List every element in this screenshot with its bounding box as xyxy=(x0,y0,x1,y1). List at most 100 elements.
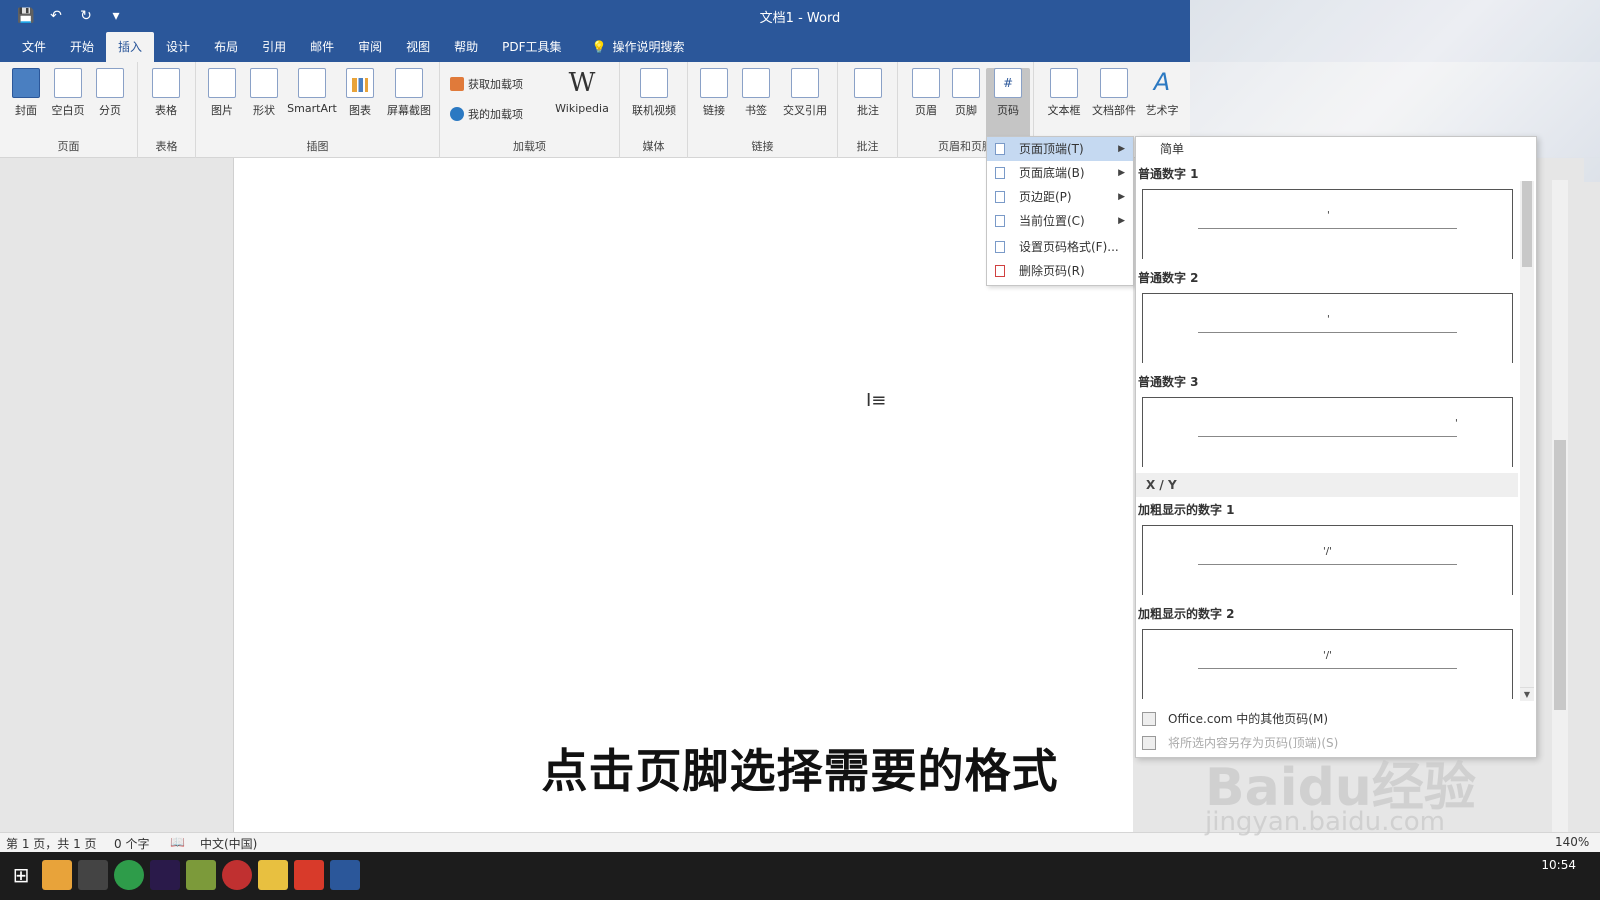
wikipedia-button[interactable]: W Wikipedia xyxy=(550,68,614,115)
table-button[interactable]: 表格 xyxy=(144,68,188,118)
gallery-item-plain-number-3[interactable]: ' xyxy=(1142,397,1513,467)
scroll-down-icon[interactable]: ▼ xyxy=(1520,687,1534,701)
tab-file[interactable]: 文件 xyxy=(10,32,58,62)
screenshot-label: 屏幕截图 xyxy=(387,104,431,117)
gallery-item-bold-number-2[interactable]: '/' xyxy=(1142,629,1513,699)
group-label-table: 表格 xyxy=(155,140,178,153)
recorder-icon[interactable] xyxy=(222,860,252,890)
wps-icon[interactable] xyxy=(294,860,324,890)
tab-pdf[interactable]: PDF工具集 xyxy=(490,32,573,62)
comment-button[interactable]: 批注 xyxy=(846,68,890,118)
app-icon-2[interactable] xyxy=(186,860,216,890)
chevron-right-icon: ▶ xyxy=(1118,192,1125,202)
menu-item-page-margins[interactable]: 页边距(P) ▶ xyxy=(987,185,1133,209)
menu-item-format-page-numbers[interactable]: 设置页码格式(F)... xyxy=(987,235,1133,259)
bookmark-label: 书签 xyxy=(745,104,767,117)
group-comments: 批注 批注 xyxy=(838,62,898,158)
cover-label: 封面 xyxy=(15,104,37,117)
premiere-icon[interactable] xyxy=(150,860,180,890)
group-illustrations: 图片 形状 SmartArt 图表 屏幕截图 插图 xyxy=(196,62,440,158)
gallery-scrollbar[interactable]: ▼ xyxy=(1520,181,1534,701)
page-count[interactable]: 第 1 页，共 1 页 xyxy=(6,835,97,852)
baidu-watermark: Baidu经验 jingyan.baidu.com xyxy=(1205,745,1476,837)
page-number-button[interactable]: # 页码 xyxy=(986,68,1030,138)
group-addins: 获取加载项 我的加载项 W Wikipedia 加载项 xyxy=(440,62,620,158)
screenshot-button[interactable]: 屏幕截图 xyxy=(382,68,436,118)
textbox-button[interactable]: 文本框 xyxy=(1040,68,1088,118)
tab-insert[interactable]: 插入 xyxy=(106,32,155,62)
wordart-button[interactable]: A 艺术字 xyxy=(1140,68,1184,118)
shape-button[interactable]: 形状 xyxy=(242,68,286,118)
group-label-media: 媒体 xyxy=(642,140,665,153)
gallery-item-bold-number-1[interactable]: '/' xyxy=(1142,525,1513,595)
gallery-scroll-thumb[interactable] xyxy=(1522,181,1532,267)
tab-help[interactable]: 帮助 xyxy=(442,32,490,62)
get-addins-button[interactable]: 获取加载项 xyxy=(450,76,523,92)
thumb-line xyxy=(1198,332,1457,333)
online-video-label: 联机视频 xyxy=(632,104,676,117)
link-button[interactable]: 链接 xyxy=(694,68,734,118)
docparts-button[interactable]: 文档部件 xyxy=(1088,68,1140,118)
more-page-numbers-office[interactable]: Office.com 中的其他页码(M) xyxy=(1136,707,1536,731)
tab-layout[interactable]: 布局 xyxy=(202,32,250,62)
app-icon-1[interactable] xyxy=(42,860,72,890)
chart-button[interactable]: 图表 xyxy=(338,68,382,118)
gallery-header: 简单 xyxy=(1160,142,1185,156)
textbox-label: 文本框 xyxy=(1047,104,1081,117)
tab-mailings[interactable]: 邮件 xyxy=(298,32,346,62)
crossref-button[interactable]: 交叉引用 xyxy=(778,68,832,118)
bookmark-button[interactable]: 书签 xyxy=(736,68,776,118)
footer-button[interactable]: 页脚 xyxy=(944,68,988,118)
gallery-item-plain-number-1[interactable]: ' xyxy=(1142,189,1513,259)
menu-item-label: 页面底端(B) xyxy=(1019,166,1085,180)
crossref-icon xyxy=(791,68,819,98)
tab-design[interactable]: 设计 xyxy=(154,32,202,62)
menu-item-current-position[interactable]: 当前位置(C) ▶ xyxy=(987,209,1133,233)
group-label-comments: 批注 xyxy=(856,140,879,153)
chrome-icon[interactable] xyxy=(114,860,144,890)
menu-item-label: 页面顶端(T) xyxy=(1019,142,1084,156)
menu-item-remove-page-numbers[interactable]: 删除页码(R) xyxy=(987,259,1133,283)
header-button[interactable]: 页眉 xyxy=(904,68,948,118)
picture-label: 图片 xyxy=(211,104,233,117)
scroll-thumb[interactable] xyxy=(1554,440,1566,710)
page-number-gallery: 简单 普通数字 1 ' 普通数字 2 ' 普通数字 3 ' X / Y 加粗显示… xyxy=(1135,136,1537,758)
blank-page-icon xyxy=(54,68,82,98)
windows-start-icon[interactable]: ⊞ xyxy=(6,860,36,890)
page-icon xyxy=(995,215,1005,227)
page-icon xyxy=(995,167,1005,179)
proofing-icon[interactable]: 📖 xyxy=(170,835,185,849)
smartart-button[interactable]: SmartArt xyxy=(286,68,338,115)
clock[interactable]: 10:54 xyxy=(1541,858,1576,872)
menu-item-top-of-page[interactable]: 页面顶端(T) ▶ xyxy=(987,137,1133,161)
word-icon[interactable] xyxy=(330,860,360,890)
chevron-right-icon: ▶ xyxy=(1118,168,1125,178)
page-break-button[interactable]: 分页 xyxy=(88,68,132,118)
tab-review[interactable]: 审阅 xyxy=(346,32,394,62)
picture-button[interactable]: 图片 xyxy=(200,68,244,118)
tab-view[interactable]: 视图 xyxy=(394,32,442,62)
camera-icon xyxy=(395,68,423,98)
word-count[interactable]: 0 个字 xyxy=(114,835,149,852)
table-icon xyxy=(152,68,180,98)
gallery-item-plain-number-2[interactable]: ' xyxy=(1142,293,1513,363)
blank-page-button[interactable]: 空白页 xyxy=(46,68,90,118)
group-links: 链接 书签 交叉引用 链接 xyxy=(688,62,838,158)
cover-button[interactable]: 封面 xyxy=(4,68,48,118)
comment-label: 批注 xyxy=(857,104,879,117)
watermark-url: jingyan.baidu.com xyxy=(1205,807,1445,837)
menu-item-bottom-of-page[interactable]: 页面底端(B) ▶ xyxy=(987,161,1133,185)
menu-item-label: 页边距(P) xyxy=(1019,190,1072,204)
video-editor-icon[interactable] xyxy=(78,860,108,890)
gallery-item-label: 普通数字 2 xyxy=(1138,271,1199,285)
tab-references[interactable]: 引用 xyxy=(250,32,298,62)
tell-me-search[interactable]: 💡 操作说明搜索 xyxy=(574,32,685,62)
tab-home[interactable]: 开始 xyxy=(58,32,106,62)
online-video-button[interactable]: 联机视频 xyxy=(626,68,682,118)
language[interactable]: 中文(中国) xyxy=(200,835,257,852)
bookmark-icon xyxy=(742,68,770,98)
my-addins-button[interactable]: 我的加载项 xyxy=(450,106,523,122)
file-explorer-icon[interactable] xyxy=(258,860,288,890)
zoom-level[interactable]: 140% xyxy=(1555,835,1589,849)
menu-item-label: 当前位置(C) xyxy=(1019,214,1085,228)
